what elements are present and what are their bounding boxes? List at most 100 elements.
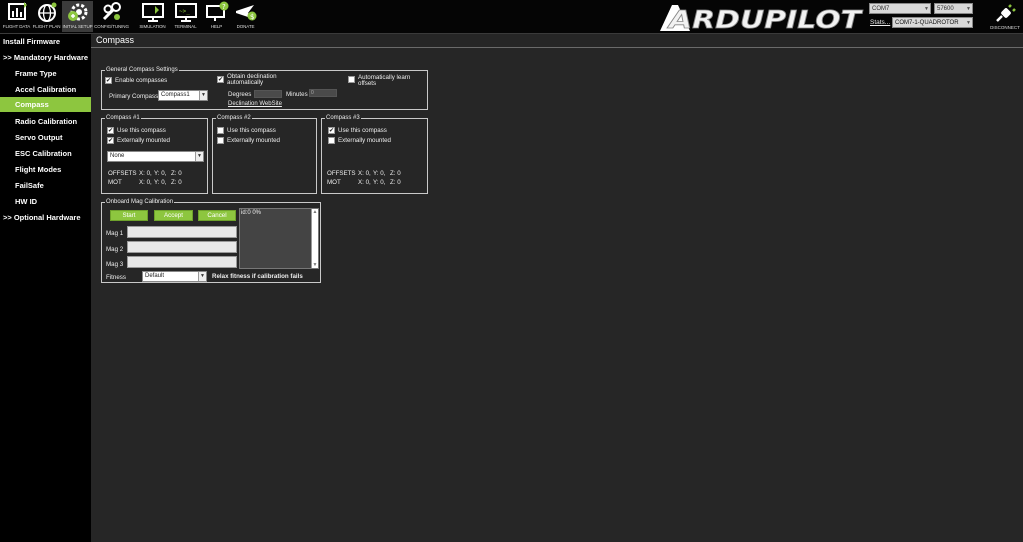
scroll-up-icon[interactable]: ▲: [312, 209, 318, 215]
chevron-down-icon: ▼: [199, 91, 207, 100]
compass-3-offsets-label: OFFSETS: [327, 170, 356, 177]
svg-text:?: ?: [222, 3, 226, 11]
initial-setup-label: INITIAL SETUP: [62, 24, 93, 29]
compass-1-orientation-select[interactable]: None ▼: [107, 151, 204, 162]
config-tuning-button[interactable]: CONFIG/TUNING: [94, 1, 129, 32]
checkmark-icon: ✔: [328, 127, 335, 134]
mag-3-label: Mag 3: [106, 261, 124, 268]
compass-1-use-label: Use this compass: [117, 127, 166, 134]
compass-1-external-checkbox[interactable]: ✔ Externally mounted: [107, 137, 170, 144]
fitness-value: Default: [145, 273, 165, 279]
relax-fitness-label: Relax fitness if calibration fails: [212, 273, 303, 280]
sidebar-item-failsafe[interactable]: FailSafe: [0, 178, 91, 193]
svg-text:$: $: [250, 13, 254, 21]
compass-3-mot-label: MOT: [327, 179, 341, 186]
sidebar-item-hw-id[interactable]: HW ID: [0, 194, 91, 209]
disconnect-label: DISCONNECT: [990, 25, 1020, 30]
compass-3-offsets-x: X: 0,: [358, 170, 371, 177]
chevron-down-icon: ▼: [198, 272, 206, 281]
sidebar-item-optional-hardware[interactable]: >> Optional Hardware: [0, 210, 91, 225]
sidebar-item-esc-calibration[interactable]: ESC Calibration: [0, 146, 91, 161]
compass-1-title: Compass #1: [105, 114, 141, 122]
obtain-declination-checkbox[interactable]: ✔ Obtain declination automatically: [217, 73, 277, 86]
initial-setup-icon: [67, 3, 87, 21]
compass-1-offsets-z: Z: 0: [171, 170, 182, 177]
checkbox-box: ✔: [328, 137, 335, 144]
compass-3-use-checkbox[interactable]: ✔ Use this compass: [328, 127, 387, 134]
declination-website-link[interactable]: Declination WebSite: [228, 101, 282, 107]
simulation-button[interactable]: SIMULATION: [137, 1, 168, 32]
terminal-button[interactable]: ~>_ TERMINAL: [170, 1, 201, 32]
compass-3-group: Compass #3 ✔ Use this compass ✔ External…: [321, 114, 428, 194]
initial-setup-button[interactable]: INITIAL SETUP: [62, 1, 93, 32]
checkbox-box: ✔: [105, 77, 112, 84]
sidebar-item-accel-calibration[interactable]: Accel Calibration: [0, 82, 91, 97]
sidebar-item-install-firmware[interactable]: Install Firmware: [0, 34, 91, 49]
scroll-down-icon[interactable]: ▼: [312, 262, 318, 268]
cancel-button[interactable]: Cancel: [198, 210, 236, 221]
minutes-input[interactable]: 0: [309, 89, 337, 97]
flight-plan-label: FLIGHT PLAN: [32, 24, 61, 29]
checkbox-box: ✔: [217, 76, 224, 83]
compass-1-mot-x: X: 0,: [139, 179, 152, 186]
compass-1-mot-y: Y: 0,: [154, 179, 167, 186]
compass-3-mot-x: X: 0,: [358, 179, 371, 186]
compass-3-use-label: Use this compass: [338, 127, 387, 134]
sidebar-item-frame-type[interactable]: Frame Type: [0, 66, 91, 81]
baud-select[interactable]: 57600 ▼: [934, 3, 973, 14]
compass-2-external-checkbox[interactable]: ✔ Externally mounted: [217, 137, 280, 144]
compass-1-mot-label: MOT: [108, 179, 122, 186]
compass-1-offsets-y: Y: 0,: [154, 170, 167, 177]
checkbox-box: ✔: [217, 127, 224, 134]
terminal-label: TERMINAL: [174, 24, 197, 29]
compass-3-offsets-z: Z: 0: [390, 170, 401, 177]
auto-learn-offsets-checkbox[interactable]: ✔ Automatically learn offsets: [348, 74, 410, 87]
calibration-log[interactable]: id:0 0% ▲ ▼: [239, 208, 319, 269]
top-toolbar: FLIGHT DATA FLIGHT PLAN INITIAL SETUP CO…: [0, 0, 1023, 34]
compass-3-mot-z: Z: 0: [390, 179, 401, 186]
degrees-input[interactable]: [254, 90, 282, 98]
compass-3-external-checkbox[interactable]: ✔ Externally mounted: [328, 137, 391, 144]
accept-button[interactable]: Accept: [154, 210, 193, 221]
compass-2-use-checkbox[interactable]: ✔ Use this compass: [217, 127, 276, 134]
fitness-select[interactable]: Default ▼: [142, 271, 207, 282]
mag-2-progress: [127, 241, 237, 253]
disconnect-button[interactable]: DISCONNECT: [990, 4, 1020, 33]
primary-compass-label: Primary Compass: [109, 93, 159, 100]
enable-compasses-checkbox[interactable]: ✔ Enable compasses: [105, 77, 167, 84]
compass-3-offsets-y: Y: 0,: [373, 170, 386, 177]
donate-label: DONATE: [236, 24, 255, 29]
calibration-log-text: id:0 0%: [241, 210, 262, 216]
degrees-label: Degrees: [228, 91, 252, 98]
sidebar-item-radio-calibration[interactable]: Radio Calibration: [0, 114, 91, 129]
port-select[interactable]: COM7 ▼: [869, 3, 931, 14]
compass-2-external-label: Externally mounted: [227, 137, 280, 144]
log-scrollbar[interactable]: ▲ ▼: [311, 209, 318, 268]
primary-compass-select[interactable]: Compass1 ▼: [158, 90, 208, 101]
ardupilot-logo: ARDUPILOT: [660, 5, 864, 32]
mag-1-label: Mag 1: [106, 230, 124, 237]
flight-data-button[interactable]: FLIGHT DATA: [1, 1, 32, 32]
sidebar-item-compass[interactable]: Compass: [0, 97, 91, 112]
flight-plan-button[interactable]: FLIGHT PLAN: [31, 1, 62, 32]
vehicle-select[interactable]: COM7-1-QUADROTOR ▼: [892, 17, 973, 28]
donate-button[interactable]: $ DONATE: [230, 1, 261, 32]
svg-text:~>_: ~>_: [179, 8, 190, 15]
relax-fitness-checkbox[interactable]: ✔ Relax fitness if calibration fails: [209, 273, 303, 280]
sidebar-item-mandatory-hardware[interactable]: >> Mandatory Hardware: [0, 50, 91, 65]
help-button[interactable]: ? HELP: [201, 1, 232, 32]
compass-page: Compass General Compass Settings ✔ Enabl…: [91, 34, 1023, 542]
flight-data-icon: [7, 2, 27, 20]
flight-plan-icon: [37, 2, 56, 22]
mag-2-label: Mag 2: [106, 246, 124, 253]
compass-2-group: Compass #2 ✔ Use this compass ✔ External…: [212, 114, 317, 194]
start-button[interactable]: Start: [110, 210, 148, 221]
sidebar-item-flight-modes[interactable]: Flight Modes: [0, 162, 91, 177]
donate-icon: $: [235, 5, 256, 21]
compass-1-use-checkbox[interactable]: ✔ Use this compass: [107, 127, 166, 134]
simulation-label: SIMULATION: [139, 24, 166, 29]
sidebar-item-servo-output[interactable]: Servo Output: [0, 130, 91, 145]
checkbox-box: ✔: [328, 127, 335, 134]
plug-icon: [996, 4, 1016, 22]
stats-link[interactable]: Stats...: [870, 19, 890, 26]
